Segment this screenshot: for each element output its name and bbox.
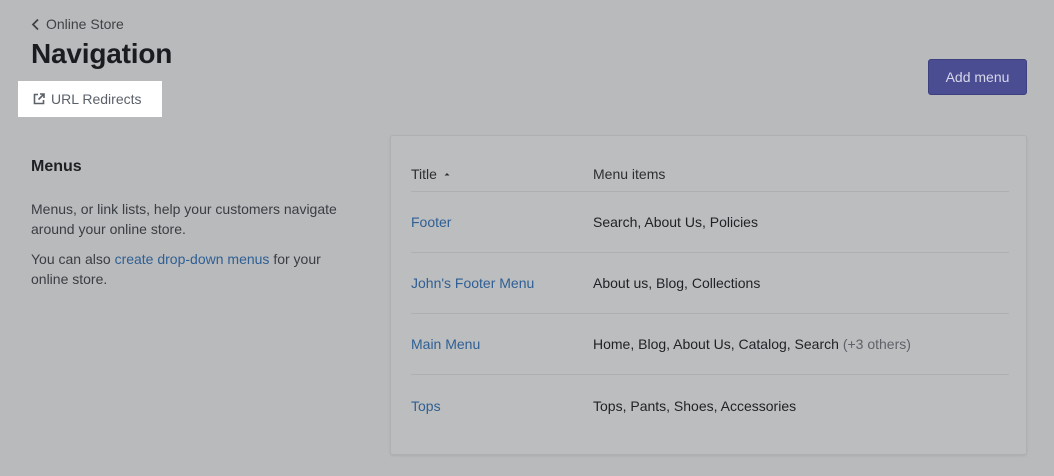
menu-items-cell: About us, Blog, Collections [593,275,760,291]
create-dropdown-menus-link[interactable]: create drop-down menus [115,251,270,267]
menus-dropdown-hint: You can also create drop-down menus for … [31,249,361,289]
menu-title-link[interactable]: Footer [411,214,593,230]
url-redirects-link[interactable]: URL Redirects [18,81,162,117]
menu-items-text: Home, Blog, About Us, Catalog, Search [593,336,839,352]
menu-items-cell: Home, Blog, About Us, Catalog, Search (+… [593,336,911,352]
menu-items-column-header: Menu items [593,165,666,182]
menus-description: Menus, or link lists, help your customer… [31,199,361,289]
breadcrumb-back-link[interactable]: Online Store [31,16,124,32]
menu-items-cell: Tops, Pants, Shoes, Accessories [593,398,796,414]
table-header: Title Menu items [411,156,1009,192]
external-link-icon [33,93,45,105]
menu-items-cell: Search, About Us, Policies [593,214,758,230]
table-row: John's Footer Menu About us, Blog, Colle… [411,253,1009,314]
table-row: Tops Tops, Pants, Shoes, Accessories [411,375,1009,436]
dropdown-hint-prefix: You can also [31,251,115,267]
menu-items-text: Tops, Pants, Shoes, Accessories [593,397,797,414]
page-title: Navigation [31,38,173,69]
table-row: Footer Search, About Us, Policies [411,192,1009,253]
menu-items-text: Search, About Us, Policies [593,214,758,230]
menu-title-link[interactable]: Tops [411,398,593,414]
title-column-label: Title [411,165,437,182]
breadcrumb-label: Online Store [46,16,124,32]
menu-title-link[interactable]: Main Menu [411,336,593,352]
navigation-page: Online Store Navigation URL Redirects Ad… [0,0,1054,476]
menus-heading: Menus [31,158,82,175]
sort-ascending-icon [444,172,450,175]
menus-table: Title Menu items Footer Search, About Us… [411,156,1009,436]
add-menu-button[interactable]: Add menu [928,59,1027,95]
table-row: Main Menu Home, Blog, About Us, Catalog,… [411,314,1009,375]
chevron-left-icon [31,18,39,30]
menu-title-link[interactable]: John's Footer Menu [411,275,593,291]
title-column-header[interactable]: Title [411,166,593,182]
menus-description-text: Menus, or link lists, help your customer… [31,201,337,237]
more-items-count: (+3 others) [842,336,911,352]
menus-card: Title Menu items Footer Search, About Us… [390,135,1027,455]
url-redirects-label: URL Redirects [51,91,142,107]
menu-items-text: About us, Blog, Collections [593,275,761,291]
